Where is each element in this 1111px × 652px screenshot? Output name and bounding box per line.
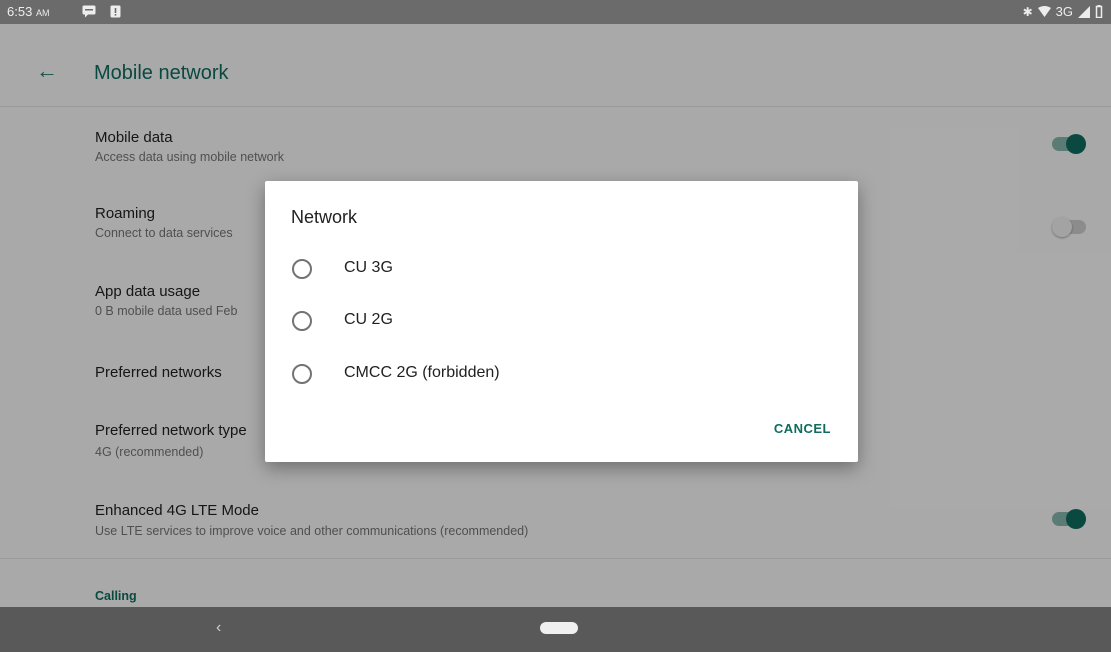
status-time-value: 6:53 (7, 4, 33, 19)
network-dialog: Network CU 3G CU 2G CMCC 2G (forbidden) … (265, 181, 858, 462)
nav-back-button[interactable]: ‹ (216, 619, 221, 637)
network-option[interactable]: CMCC 2G (forbidden) (265, 354, 858, 394)
option-label: CU 3G (344, 259, 393, 276)
message-icon (82, 5, 96, 18)
network-option[interactable]: CU 3G (265, 249, 858, 289)
status-ampm: AM (35, 8, 50, 18)
network-option[interactable]: CU 2G (265, 301, 858, 341)
wifi-icon (1037, 6, 1051, 17)
option-label: CMCC 2G (forbidden) (344, 364, 500, 381)
cancel-button[interactable]: CANCEL (774, 421, 831, 436)
signal-icon (1078, 5, 1090, 18)
bluetooth-icon: ✱ (1022, 4, 1033, 19)
battery-icon (1095, 5, 1103, 18)
nav-home-pill[interactable] (540, 622, 578, 634)
status-icons: ✱ 3G (1023, 4, 1103, 19)
dialog-title: Network (291, 207, 358, 227)
status-time: 6:53 AM (7, 4, 49, 19)
radio-button[interactable] (292, 364, 312, 384)
notification-alert-icon (110, 5, 121, 18)
status-bar: 6:53 AM ✱ 3G (0, 0, 1111, 24)
network-type: 3G (1055, 4, 1073, 19)
radio-button[interactable] (292, 311, 312, 331)
option-label: CU 2G (344, 311, 393, 328)
radio-button[interactable] (292, 259, 312, 279)
